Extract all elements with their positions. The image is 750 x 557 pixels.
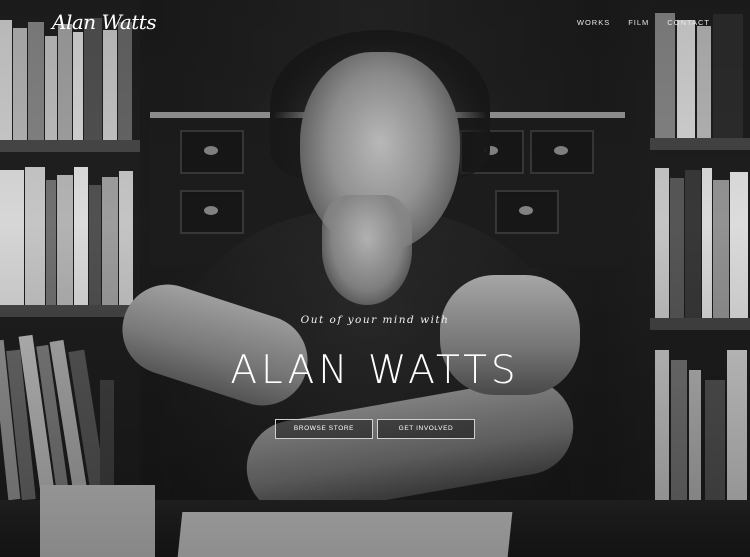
hero-buttons: BROWSE STORE GET INVOLVED (0, 419, 750, 439)
hero-title: ALAN WATTS (230, 348, 520, 393)
main-nav: WORKS FILM CONTACT (577, 18, 710, 27)
hero-tagline: Out of your mind with (300, 314, 450, 326)
site-logo[interactable]: Alan Watts (52, 10, 157, 34)
nav-item-contact[interactable]: CONTACT (667, 18, 710, 27)
get-involved-button[interactable]: GET INVOLVED (377, 419, 475, 439)
nav-item-film[interactable]: FILM (628, 18, 649, 27)
nav-item-works[interactable]: WORKS (577, 18, 610, 27)
browse-store-button[interactable]: BROWSE STORE (275, 419, 373, 439)
hero-background-photo (0, 0, 750, 557)
hero-overlay (0, 0, 750, 557)
